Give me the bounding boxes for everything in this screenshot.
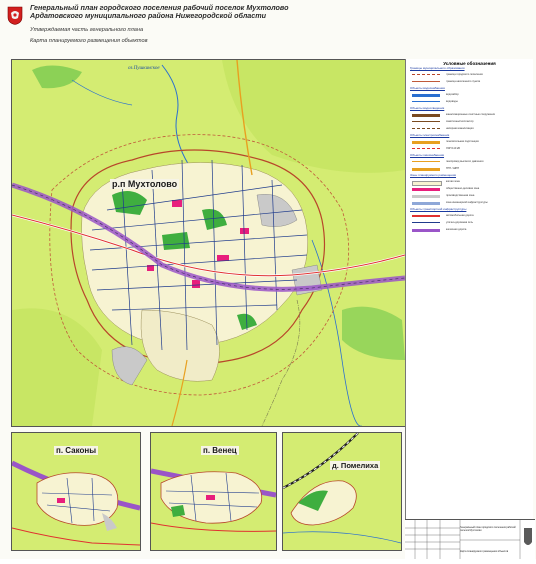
inset3-canvas: [283, 433, 401, 544]
legend-item-label: напорная канализация: [446, 127, 474, 130]
legend-swatch: [412, 195, 440, 198]
lake-label: оз.Пушкинское: [128, 66, 160, 71]
legend-swatch: [412, 188, 440, 191]
settlement-label-pomelikha: д. Помелиха: [330, 461, 381, 470]
legend-item: самотечный коллектор: [406, 119, 533, 126]
legend-item-label: улично-дорожная сеть: [446, 221, 474, 224]
legend-item: жилая зона: [406, 179, 533, 186]
legend-item: граница населенного пункта: [406, 79, 533, 86]
map-name-label: Карта планируемого размещения объектов: [30, 38, 148, 44]
legend-item: ЛЭП 110 кВ: [406, 146, 533, 153]
coat-of-arms-icon: [7, 6, 23, 25]
legend-item: канализационные очистные сооружения: [406, 112, 533, 119]
legend-panel: Условные обозначения Границы муниципальн…: [405, 59, 533, 559]
legend-swatch: [412, 121, 440, 125]
legend-item-label: водозабор: [446, 93, 459, 96]
legend-item: газопровод высокого давления: [406, 159, 533, 166]
legend-body: Границы муниципального образования границ…: [406, 66, 533, 234]
legend-item-label: ГРП / ШРП: [446, 167, 460, 170]
legend-item: водозабор: [406, 92, 533, 99]
legend-item: зона инженерной инфраструктуры: [406, 200, 533, 207]
legend-swatch: [412, 141, 440, 144]
legend-swatch: [412, 202, 440, 205]
approved-part-label: Утверждаемая часть генерального плана: [30, 27, 144, 33]
map-sheet: Генеральный план городского поселения ра…: [0, 0, 536, 559]
legend-item-label: зона инженерной инфраструктуры: [446, 201, 488, 204]
legend-item-label: автомобильная дорога: [446, 214, 474, 217]
plan-title: Генеральный план городского поселения ра…: [30, 3, 370, 21]
legend-item-label: самотечный коллектор: [446, 120, 474, 123]
legend-item-label: ЛЭП 110 кВ: [446, 147, 460, 150]
legend-item-label: общественно-деловая зона: [446, 187, 480, 190]
main-map[interactable]: р.п Мухтолово оз.Пушкинское: [11, 59, 406, 427]
title-block: Генеральный план городского поселения ра…: [405, 519, 535, 559]
title-block-description: Генеральный план городского поселения ра…: [460, 526, 516, 532]
legend-swatch: [412, 229, 440, 232]
legend-item: производственная зона: [406, 193, 533, 200]
legend-item-label: водоводы: [446, 100, 458, 103]
legend-swatch: [412, 114, 440, 117]
legend-item: железная дорога: [406, 227, 533, 234]
legend-item-label: газопровод высокого давления: [446, 160, 484, 163]
legend-swatch: [412, 222, 440, 226]
legend-swatch: [412, 74, 440, 78]
plan-title-line2: Ардатовского муниципального района Нижег…: [30, 11, 267, 21]
legend-item: ГРП / ШРП: [406, 166, 533, 173]
legend-swatch: [412, 148, 440, 152]
legend-swatch: [412, 161, 440, 165]
legend-item-label: канализационные очистные сооружения: [446, 113, 495, 116]
legend-item: напорная канализация: [406, 126, 533, 133]
legend-item-label: граница городского поселения: [446, 73, 483, 76]
legend-swatch: [412, 101, 440, 105]
legend-item-label: понизительная подстанция: [446, 140, 479, 143]
legend-item: общественно-деловая зона: [406, 186, 533, 193]
settlement-label-venets: п. Венец: [201, 446, 239, 455]
legend-item-label: железная дорога: [446, 228, 467, 231]
legend-item: водоводы: [406, 99, 533, 106]
settlement-label-sakony: п. Саконы: [54, 446, 99, 455]
legend-swatch: [412, 81, 440, 85]
legend-item-label: граница населенного пункта: [446, 80, 481, 83]
legend-item-label: жилая зона: [446, 180, 460, 183]
legend-swatch: [412, 94, 440, 97]
legend-item: понизительная подстанция: [406, 139, 533, 146]
inset-map-venets[interactable]: п. Венец: [150, 432, 277, 551]
legend-swatch: [412, 168, 440, 171]
legend-swatch: [412, 128, 440, 132]
settlement-label-mukhtolovo: р.п Мухтолово: [110, 179, 180, 189]
inset-map-sakony[interactable]: п. Саконы: [11, 432, 141, 551]
inset-map-pomelikha[interactable]: д. Помелиха: [282, 432, 402, 551]
legend-item-label: производственная зона: [446, 194, 475, 197]
title-block-sheet-name: Карта планируемого размещения объектов: [460, 550, 509, 553]
legend-item: граница городского поселения: [406, 72, 533, 79]
legend-item: улично-дорожная сеть: [406, 220, 533, 227]
legend-item: автомобильная дорога: [406, 213, 533, 220]
main-map-canvas: [12, 60, 405, 426]
